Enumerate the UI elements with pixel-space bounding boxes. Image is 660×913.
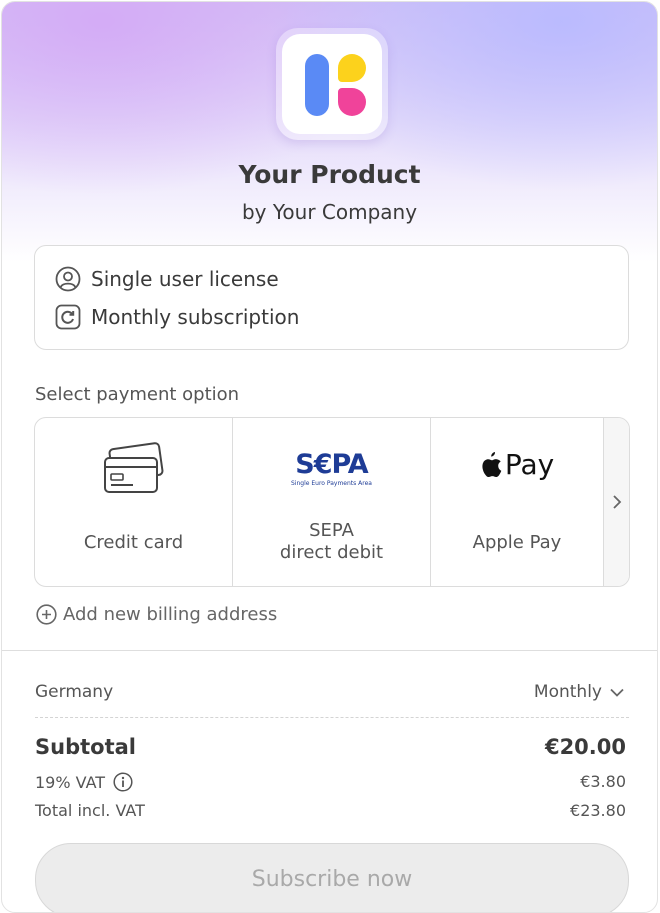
section-divider	[2, 650, 657, 651]
credit-card-icon	[104, 442, 164, 493]
feature-label: Single user license	[91, 267, 279, 291]
features-box: Single user license Monthly subscription	[34, 245, 629, 350]
dotted-divider	[35, 717, 629, 718]
user-circle-icon	[55, 266, 81, 292]
payment-option-label: Apple Pay	[472, 532, 562, 553]
payment-section-label: Select payment option	[35, 384, 240, 405]
total-value: €23.80	[570, 801, 626, 820]
feature-label: Monthly subscription	[91, 305, 300, 329]
payment-scroll-right[interactable]	[604, 418, 629, 586]
apple-pay-logo: Pay	[431, 450, 603, 480]
country-label: Germany	[35, 682, 114, 702]
sepa-logo-subtext: Single Euro Payments Area	[291, 480, 372, 487]
apple-pay-logo-text: Pay	[504, 448, 555, 481]
product-logo-tile	[282, 34, 382, 134]
payment-option-apple-pay[interactable]: Pay Apple Pay	[431, 418, 604, 586]
payment-options: Credit card S€PA Single Euro Payments Ar…	[34, 417, 630, 587]
product-title: Your Product	[238, 160, 421, 189]
refresh-icon	[55, 304, 81, 330]
subtotal-label: Subtotal	[35, 735, 136, 759]
plus-circle-icon	[36, 604, 57, 625]
chevron-down-icon	[610, 688, 624, 697]
payment-option-sepa[interactable]: S€PA Single Euro Payments Area SEPA dire…	[233, 418, 431, 586]
chevron-right-icon	[613, 495, 622, 509]
company-name: by Your Company	[241, 200, 418, 224]
payment-option-label: SEPA direct debit	[279, 520, 384, 563]
logo-yellow-shape	[338, 54, 366, 82]
billing-period-select[interactable]: Monthly	[534, 682, 624, 702]
info-icon[interactable]	[113, 772, 133, 792]
feature-subscription: Monthly subscription	[55, 304, 299, 330]
logo-pink-shape	[338, 88, 366, 116]
feature-license: Single user license	[55, 266, 279, 292]
vat-row-label: 19% VAT	[35, 772, 133, 792]
payment-option-credit-card[interactable]: Credit card	[35, 418, 233, 586]
total-label: Total incl. VAT	[35, 801, 145, 820]
checkout-card: Your Product by Your Company Single user…	[1, 1, 658, 913]
subtotal-value: €20.00	[544, 735, 626, 759]
add-billing-address-label: Add new billing address	[63, 604, 278, 625]
apple-icon	[482, 452, 502, 478]
subscribe-button[interactable]: Subscribe now	[35, 843, 629, 912]
sepa-logo: S€PA Single Euro Payments Area	[233, 450, 430, 488]
sepa-logo-text: S€PA	[295, 449, 368, 480]
logo-blue-shape	[305, 54, 329, 116]
payment-option-label: Credit card	[83, 532, 184, 553]
product-logo	[276, 28, 388, 140]
vat-label: 19% VAT	[35, 772, 106, 792]
vat-value: €3.80	[580, 772, 626, 791]
billing-period-value: Monthly	[533, 682, 602, 702]
add-billing-address-link[interactable]: Add new billing address	[36, 604, 277, 625]
